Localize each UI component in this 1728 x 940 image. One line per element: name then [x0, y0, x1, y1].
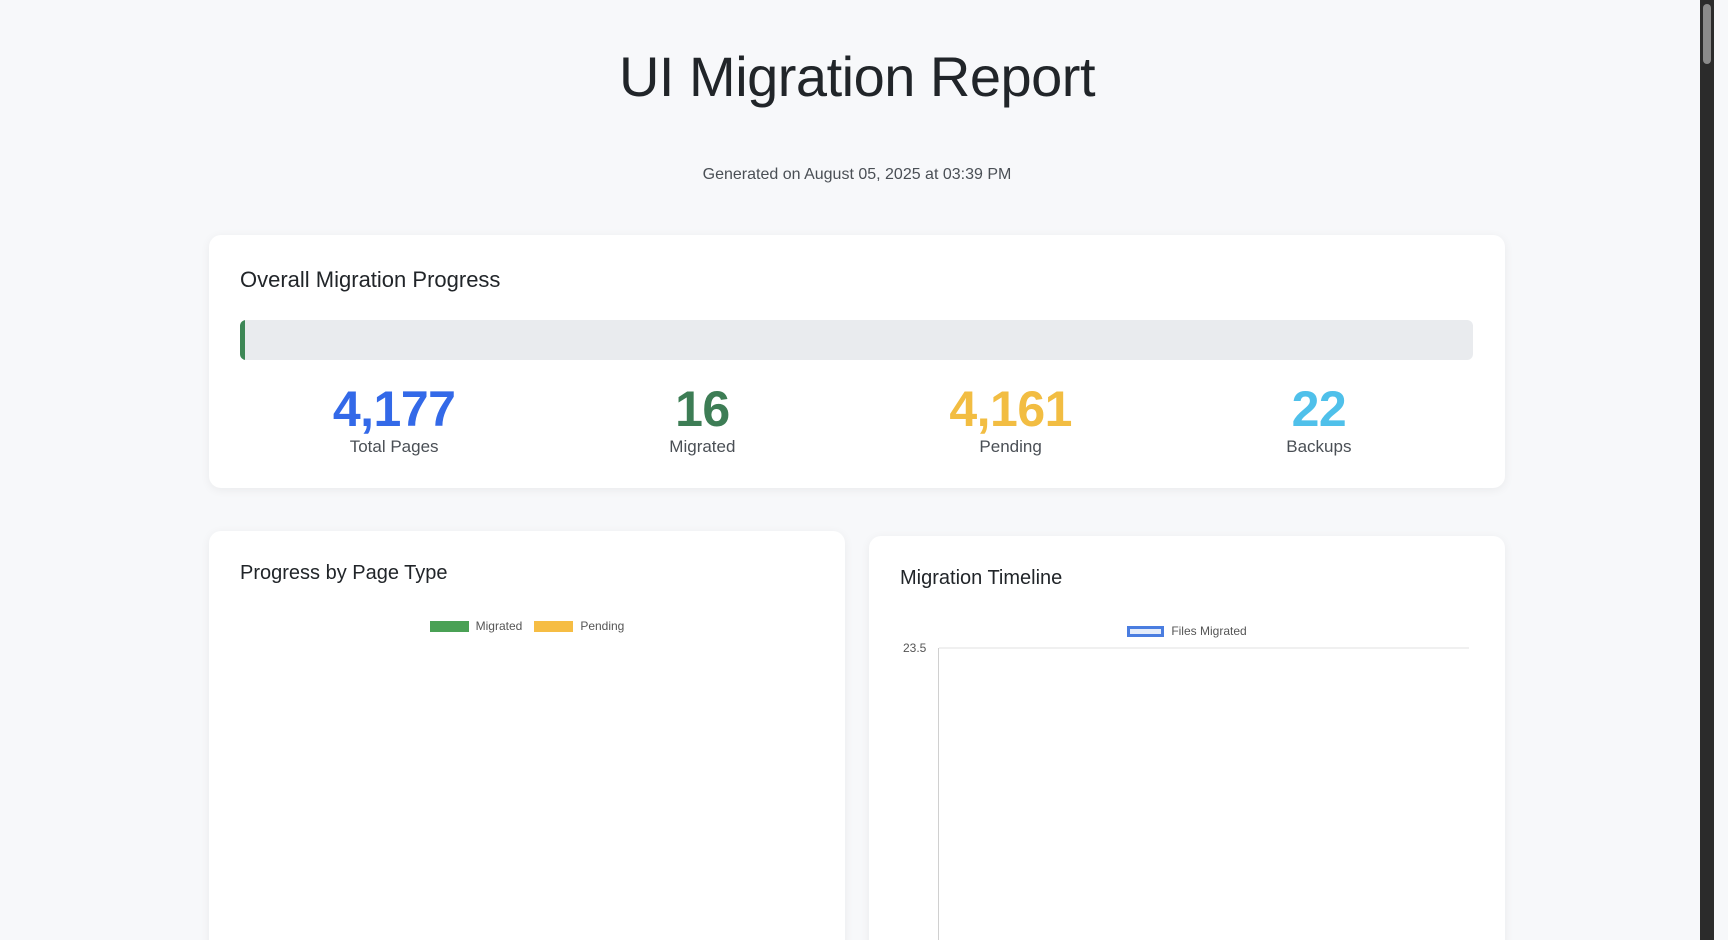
overall-progress-title: Overall Migration Progress	[240, 267, 501, 292]
stat-pending: 4,161 Pending	[857, 381, 1165, 471]
stat-value: 4,161	[949, 381, 1072, 437]
page-scrollbar[interactable]	[1700, 0, 1714, 940]
legend-item-migrated[interactable]: Migrated	[429, 619, 523, 633]
timeline-chart-plot: 23.5	[903, 641, 1469, 940]
stat-label: Total Pages	[349, 437, 439, 456]
stat-total-pages: 4,177 Total Pages	[240, 381, 548, 471]
y-tick-label: 23.5	[903, 641, 927, 655]
page-type-chart-legend: Migrated Pending	[209, 619, 845, 633]
overall-progress-card: Overall Migration Progress 4,177 Total P…	[209, 235, 1505, 488]
stats-row: 4,177 Total Pages 16 Migrated 4,161 Pend…	[240, 381, 1473, 471]
stat-value: 22	[1291, 381, 1347, 437]
overall-progress-bar	[240, 320, 1473, 360]
page-title: UI Migration Report	[618, 45, 1096, 108]
page-type-chart-card: Progress by Page Type Migrated Pending	[209, 531, 845, 940]
page-type-chart-title: Progress by Page Type	[240, 562, 448, 584]
scrollbar-thumb[interactable]	[1703, 4, 1711, 64]
generated-timestamp: Generated on August 05, 2025 at 03:39 PM	[702, 166, 1012, 183]
legend-label-migrated: Migrated	[475, 619, 523, 633]
stat-value: 16	[675, 381, 730, 437]
legend-swatch-migrated	[429, 620, 469, 632]
stat-label: Migrated	[669, 437, 736, 456]
report-page: UI Migration Report Generated on August …	[0, 0, 1714, 940]
timeline-chart-card: Migration Timeline Files Migrated 23.5	[869, 536, 1505, 940]
stat-label: Pending	[979, 437, 1042, 456]
stat-backups: 22 Backups	[1165, 381, 1473, 471]
legend-item-pending[interactable]: Pending	[534, 619, 624, 633]
overall-progress-fill	[240, 320, 245, 360]
stat-value: 4,177	[332, 381, 456, 437]
stat-label: Backups	[1286, 437, 1352, 456]
legend-swatch-pending	[534, 620, 574, 632]
stat-migrated: 16 Migrated	[548, 381, 856, 471]
legend-label-pending: Pending	[580, 619, 625, 633]
